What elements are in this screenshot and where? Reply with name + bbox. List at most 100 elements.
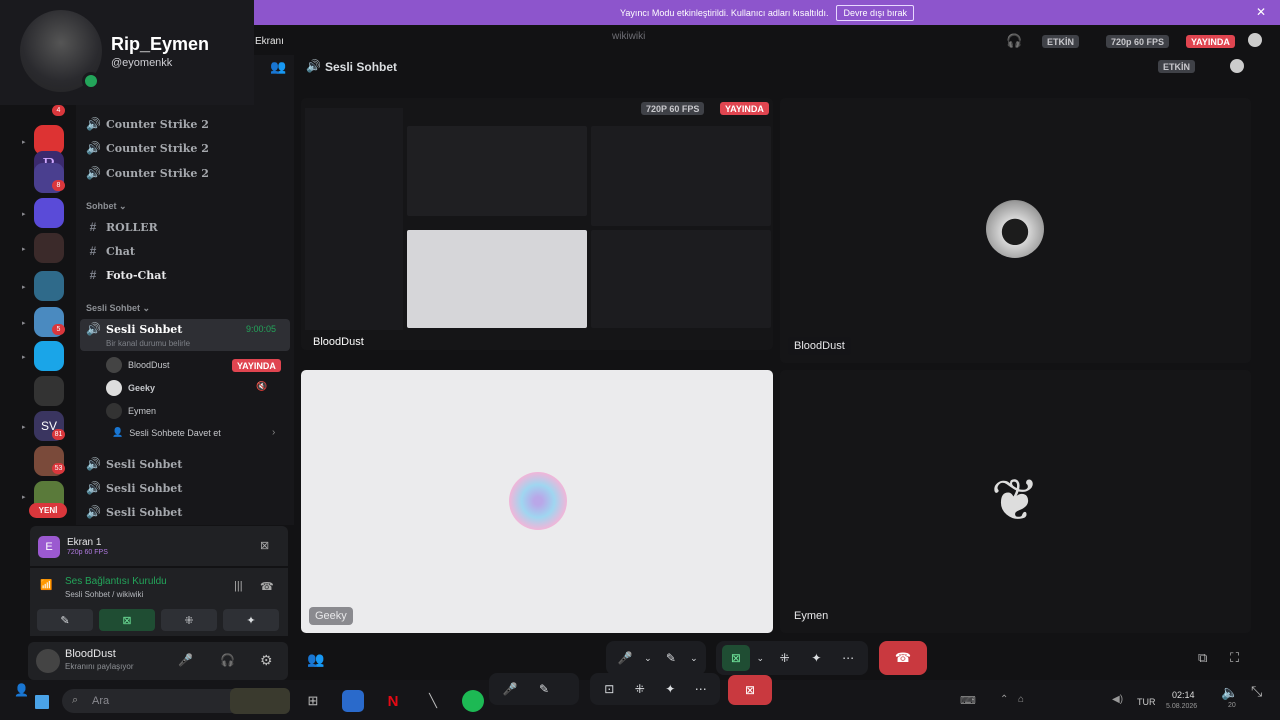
noise-suppression-icon[interactable]: ||| bbox=[234, 580, 243, 592]
task-view-icon[interactable]: ⊞ bbox=[302, 690, 324, 712]
server-icon[interactable] bbox=[34, 376, 64, 406]
server-pip: ▸ bbox=[22, 284, 26, 291]
chevron-down-icon[interactable]: ⌄ bbox=[642, 645, 654, 671]
camera-off-button[interactable]: ✎ bbox=[37, 609, 93, 631]
camera-off-icon[interactable]: ✎ bbox=[529, 676, 559, 702]
user-status: Ekranını paylaşıyor bbox=[65, 662, 134, 671]
participant-tile[interactable]: BloodDust bbox=[780, 98, 1251, 363]
invite-to-voice[interactable]: 👤 Sesli Sohbete Davet et bbox=[112, 427, 221, 438]
collapse-icon[interactable]: ⤡ bbox=[1251, 683, 1262, 700]
game-icon bbox=[82, 72, 100, 90]
chat-icon[interactable] bbox=[1230, 59, 1244, 73]
microphone-icon[interactable]: 🎤 bbox=[178, 653, 193, 667]
category-sohbet[interactable]: Sohbet ⌄ bbox=[86, 201, 127, 212]
text-channel-roller[interactable]: # ROLLER bbox=[86, 220, 158, 234]
more-icon[interactable]: ⋯ bbox=[688, 676, 715, 702]
speaker-icon: 🔊 bbox=[86, 505, 101, 519]
disconnect-button[interactable]: ☎ bbox=[879, 641, 927, 675]
voice-member[interactable]: Eymen bbox=[106, 403, 156, 419]
screen-share-button[interactable]: ⊠ bbox=[99, 609, 155, 631]
server-icon[interactable] bbox=[34, 271, 64, 301]
spotify-icon[interactable] bbox=[462, 690, 484, 712]
live-badge: YAYINDA bbox=[232, 359, 281, 372]
stream-card[interactable]: E Ekran 1 720p 60 FPS ⊠ bbox=[30, 526, 288, 566]
disconnect-icon[interactable]: ☎ bbox=[260, 580, 274, 593]
stop-share-button[interactable]: ⊠ bbox=[728, 675, 772, 705]
quality-badge: 720p 60 FPS bbox=[1106, 35, 1170, 48]
avatar: ❦ bbox=[990, 468, 1040, 533]
server-pip: ▸ bbox=[22, 494, 26, 501]
browser-icon[interactable] bbox=[342, 690, 364, 712]
fullscreen-icon[interactable]: ⛶ bbox=[1230, 650, 1239, 666]
unread-badge: 81 bbox=[52, 429, 65, 440]
voice-channel[interactable]: 🔊 Sesli Sohbet bbox=[86, 505, 182, 519]
activities-icon[interactable]: ⁜ bbox=[627, 676, 654, 702]
active-voice-channel[interactable]: 🔊 Sesli Sohbet bbox=[86, 322, 182, 336]
activities-button[interactable]: ⁜ bbox=[161, 609, 217, 631]
screen-share-icon[interactable]: ⊡ bbox=[596, 676, 623, 702]
soundboard-button[interactable]: ✦ bbox=[223, 609, 279, 631]
microphone-icon[interactable]: 🎤 bbox=[612, 645, 638, 671]
voice-channel-title: Sesli Sohbet bbox=[325, 60, 398, 74]
clock-time[interactable]: 02:14 bbox=[1172, 690, 1195, 700]
unread-badge: 5 bbox=[52, 324, 65, 335]
unread-badge: 8 bbox=[52, 180, 65, 191]
screen-share-button[interactable]: ⊠ bbox=[722, 645, 750, 671]
server-icon[interactable] bbox=[34, 341, 64, 371]
volume-icon[interactable]: ◀) bbox=[1112, 694, 1123, 705]
invite-icon: 👤 bbox=[112, 427, 124, 437]
chat-icon[interactable] bbox=[1248, 33, 1262, 47]
voice-channel[interactable]: 🔊 Sesli Sohbet bbox=[86, 481, 182, 495]
add-friend-icon[interactable]: 👥 bbox=[270, 59, 286, 75]
widget-icon[interactable] bbox=[230, 688, 290, 714]
voice-member[interactable]: Geeky bbox=[106, 380, 155, 396]
voice-channel[interactable]: 🔊 Sesli Sohbet bbox=[86, 457, 182, 471]
avatar bbox=[986, 200, 1044, 258]
clock-date[interactable]: 5.08.2026 bbox=[1166, 703, 1197, 710]
chevron-down-icon[interactable]: ⌄ bbox=[688, 645, 700, 671]
live-badge: YAYINDA bbox=[720, 102, 769, 115]
popout-icon[interactable]: ⧉ bbox=[1198, 650, 1207, 666]
activities-icon[interactable]: ⁜ bbox=[771, 645, 799, 671]
avatar bbox=[20, 10, 102, 92]
tray-chevron-icon[interactable]: ⌃ bbox=[1000, 694, 1008, 705]
close-icon[interactable]: ✕ bbox=[1256, 5, 1266, 19]
text-channel-chat[interactable]: # Chat bbox=[86, 244, 135, 258]
more-icon[interactable]: ⋯ bbox=[834, 645, 862, 671]
stream-tile[interactable]: 720P 60 FPS YAYINDA BloodDust bbox=[301, 98, 773, 350]
headphone-icon[interactable]: 🎧 bbox=[1006, 33, 1022, 49]
server-icon[interactable] bbox=[34, 198, 64, 228]
windows-start-icon[interactable] bbox=[35, 695, 49, 709]
participant-tile[interactable]: ❦ Eymen bbox=[780, 370, 1251, 633]
disable-streamer-mode-button[interactable]: Devre dışı bırak bbox=[836, 4, 914, 21]
channel-status-hint[interactable]: Bir kanal durumu belirle bbox=[106, 339, 190, 348]
microphone-icon[interactable]: 🎤 bbox=[495, 676, 525, 702]
voice-channel[interactable]: 🔊 Counter Strike 2 bbox=[86, 117, 209, 131]
keyboard-icon[interactable]: ⌨ bbox=[960, 694, 976, 707]
voice-member[interactable]: BloodDust bbox=[106, 357, 170, 373]
camera-off-icon[interactable]: ✎ bbox=[658, 645, 684, 671]
pen-icon[interactable]: ╲ bbox=[422, 690, 444, 712]
speaker-icon[interactable]: 🔈 bbox=[1221, 684, 1238, 701]
voice-channel[interactable]: 🔊 Counter Strike 2 bbox=[86, 141, 209, 155]
voice-channel-path[interactable]: Sesli Sohbet / wikiwiki bbox=[65, 590, 143, 599]
category-sesli-sohbet[interactable]: Sesli Sohbet ⌄ bbox=[86, 303, 150, 314]
call-timer: 9:00:05 bbox=[246, 324, 277, 334]
server-icon[interactable] bbox=[34, 233, 64, 263]
chevron-down-icon[interactable]: ⌄ bbox=[754, 645, 767, 671]
soundboard-icon[interactable]: ✦ bbox=[657, 676, 684, 702]
language-indicator[interactable]: TUR bbox=[1137, 697, 1156, 707]
invite-icon[interactable]: 👥 bbox=[307, 651, 324, 668]
stop-stream-icon[interactable]: ⊠ bbox=[260, 539, 269, 552]
text-channel-foto-chat[interactable]: # Foto-Chat bbox=[86, 268, 167, 282]
window-title: wikiwiki bbox=[612, 31, 646, 42]
network-icon[interactable]: ⌂ bbox=[1018, 694, 1024, 705]
avatar[interactable] bbox=[36, 649, 60, 673]
gear-icon[interactable]: ⚙ bbox=[260, 652, 273, 669]
soundboard-icon[interactable]: ✦ bbox=[802, 645, 830, 671]
participant-tile[interactable]: Geeky bbox=[301, 370, 773, 633]
headset-icon[interactable]: 🎧 bbox=[220, 653, 235, 667]
speaker-icon: 🔊 bbox=[86, 481, 101, 495]
netflix-icon[interactable]: N bbox=[382, 690, 404, 712]
voice-channel[interactable]: 🔊 Counter Strike 2 bbox=[86, 166, 209, 180]
